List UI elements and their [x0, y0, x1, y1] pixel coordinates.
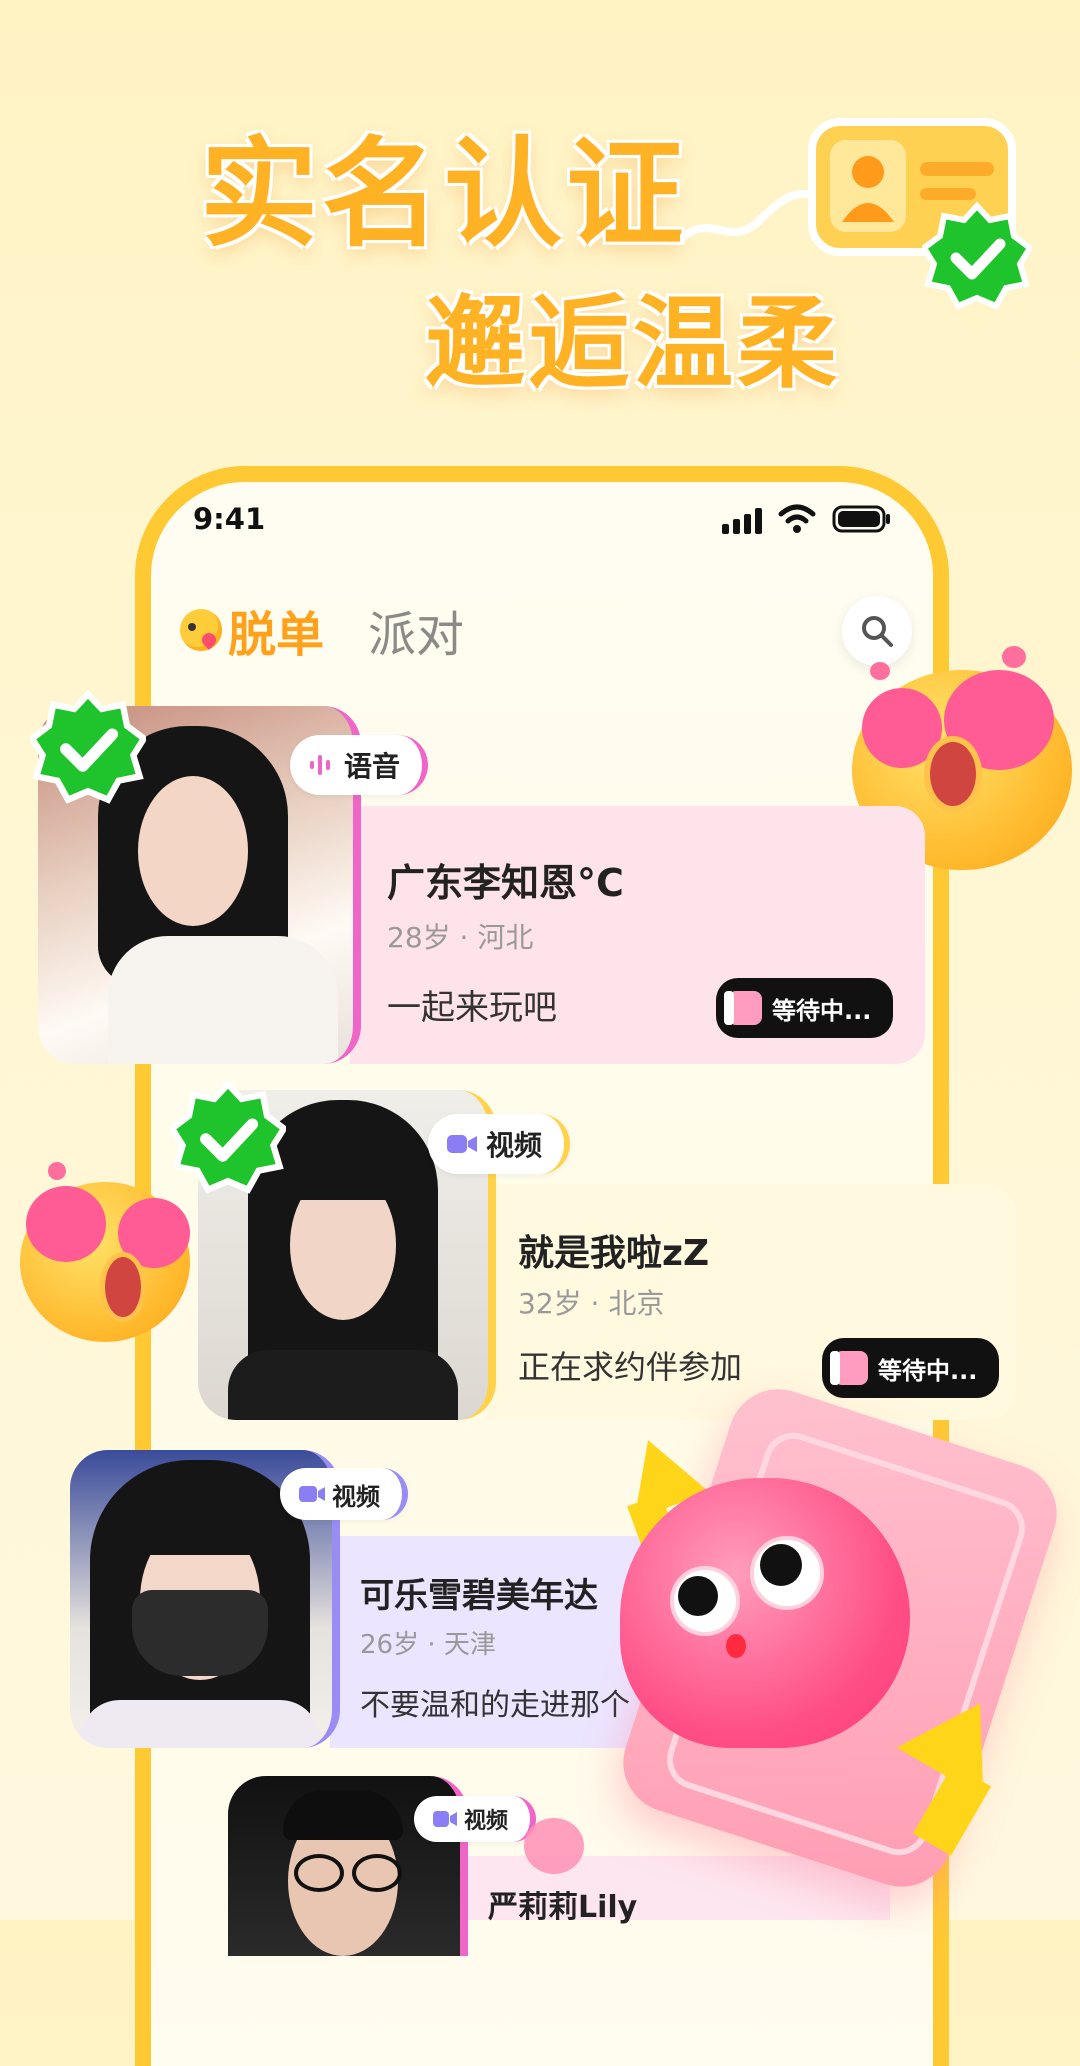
- video-tag: 视频: [280, 1468, 408, 1520]
- user-age: 32岁: [518, 1287, 582, 1320]
- user-bio-1: 一起来玩吧: [387, 988, 557, 1028]
- status-time: 9:41: [193, 502, 266, 536]
- user-bio-3: 不要温和的走进那个: [360, 1688, 630, 1723]
- headline-line1: 实名认证: [200, 125, 689, 263]
- wifi-icon: [778, 504, 816, 538]
- user-meta-3: 26岁 · 天津: [360, 1630, 496, 1660]
- voice-wave-icon: [310, 755, 330, 775]
- tag-label: 视频: [332, 1482, 380, 1511]
- mascot-icon: [180, 609, 222, 651]
- heart-mascot-phone-icon: [600, 1376, 1070, 1900]
- video-camera-icon: [299, 1486, 325, 1502]
- pig-icon: [830, 1351, 868, 1385]
- user-meta-2: 32岁 · 北京: [518, 1287, 665, 1320]
- user-name-1: 广东李知恩°C: [387, 861, 624, 905]
- user-bio-2: 正在求约伴参加: [518, 1348, 743, 1386]
- user-city: 河北: [477, 921, 534, 954]
- user-name-3: 可乐雪碧美年达: [360, 1576, 598, 1616]
- status-waiting-1[interactable]: 等待中...: [716, 978, 894, 1038]
- heart-eyes-emoji-icon: [20, 1162, 200, 1342]
- status-label: 等待中...: [772, 996, 872, 1025]
- status-label: 等待中...: [878, 1356, 978, 1385]
- headline-line2: 邂逅温柔: [425, 285, 841, 402]
- video-tag: 视频: [428, 1114, 571, 1174]
- status-waiting-2[interactable]: 等待中...: [822, 1338, 1000, 1398]
- user-meta-1: 28岁 · 河北: [387, 921, 534, 954]
- signal-icon: [722, 508, 764, 538]
- video-camera-icon: [447, 1135, 477, 1153]
- verified-badge-icon: [27, 689, 149, 810]
- verified-badge-icon: [919, 201, 1035, 316]
- user-age: 28岁: [387, 921, 451, 954]
- tab-tuodan[interactable]: 脱单: [180, 595, 324, 665]
- user-name-4: 严莉莉Lily: [488, 1890, 638, 1925]
- video-tag: 视频: [414, 1796, 537, 1842]
- user-age: 26岁: [360, 1630, 420, 1660]
- user-name-2: 就是我啦zZ: [518, 1233, 710, 1274]
- tab-label-active: 脱单: [228, 607, 325, 663]
- battery-icon: [832, 505, 892, 537]
- tab-paidui[interactable]: 派对: [368, 595, 464, 665]
- floating-heart-icon: [524, 1818, 584, 1874]
- voice-tag: 语音: [290, 735, 429, 795]
- user-city: 天津: [443, 1630, 496, 1660]
- tag-label: 语音: [344, 750, 401, 783]
- user-city: 北京: [608, 1287, 665, 1320]
- pig-icon: [724, 991, 762, 1025]
- tag-label: 视频: [464, 1809, 509, 1834]
- tag-label: 视频: [486, 1129, 543, 1162]
- video-camera-icon: [433, 1811, 457, 1827]
